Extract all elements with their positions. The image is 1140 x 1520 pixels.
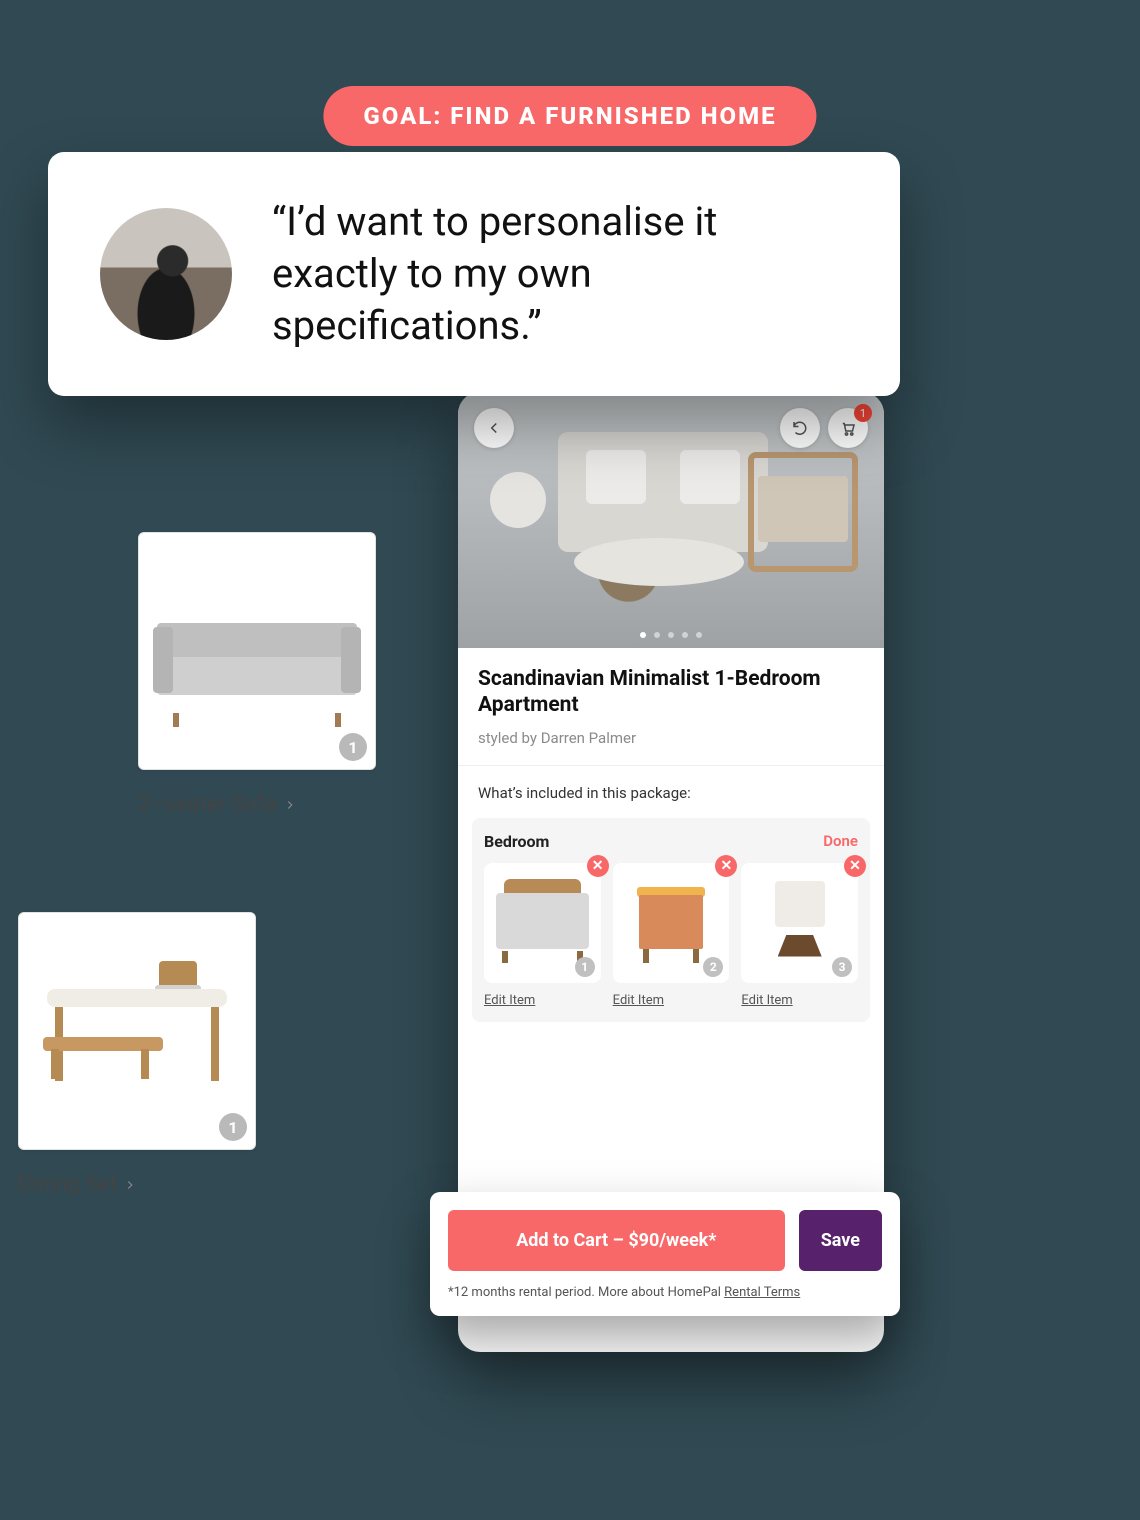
remove-button[interactable]: ✕ — [715, 855, 737, 877]
cart-count-badge: 1 — [854, 404, 872, 422]
count-badge: 1 — [339, 733, 367, 761]
carousel-dots[interactable] — [640, 632, 702, 638]
remove-button[interactable]: ✕ — [844, 855, 866, 877]
room-block-bedroom: Bedroom Done ✕ 1 Edit Item ✕ 2 Edit Item — [472, 818, 870, 1022]
chevron-right-icon — [283, 798, 297, 812]
add-to-cart-button[interactable]: Add to Cart – $90/week* — [448, 1210, 785, 1271]
item-card-bed: ✕ 1 Edit Item — [484, 863, 601, 1008]
product-image-dining: 1 — [18, 912, 256, 1150]
cart-button[interactable]: 1 — [828, 408, 868, 448]
back-button[interactable] — [474, 408, 514, 448]
product-image-sofa: 1 — [138, 532, 376, 770]
product-tile-dining[interactable]: 1 Dining Set — [18, 912, 256, 1197]
item-card-nightstand: ✕ 2 Edit Item — [613, 863, 730, 1008]
product-label: 2–seater Sofa — [138, 792, 277, 817]
done-button[interactable]: Done — [823, 832, 858, 850]
terms-text: *12 months rental period. More about Hom… — [448, 1285, 724, 1300]
product-label-row[interactable]: 2–seater Sofa — [138, 792, 297, 817]
item-image-bed[interactable]: ✕ 1 — [484, 863, 601, 983]
count-badge: 1 — [219, 1113, 247, 1141]
rental-terms-note: *12 months rental period. More about Hom… — [448, 1285, 882, 1300]
order-badge: 2 — [703, 957, 723, 977]
rental-terms-link[interactable]: Rental Terms — [724, 1285, 800, 1300]
undo-icon — [791, 419, 809, 437]
edit-item-link[interactable]: Edit Item — [741, 993, 858, 1008]
item-image-nightstand[interactable]: ✕ 2 — [613, 863, 730, 983]
order-badge: 1 — [575, 957, 595, 977]
save-button[interactable]: Save — [799, 1210, 882, 1271]
product-tile-sofa[interactable]: 1 2–seater Sofa — [138, 532, 376, 817]
undo-button[interactable] — [780, 408, 820, 448]
hero-image[interactable]: 1 — [458, 392, 884, 648]
goal-banner: GOAL: FIND A FURNISHED HOME — [323, 86, 816, 146]
listing-title: Scandinavian Minimalist 1-Bedroom Apartm… — [478, 666, 864, 719]
avatar — [100, 208, 232, 340]
remove-button[interactable]: ✕ — [587, 855, 609, 877]
quote-card: “I’d want to personalise it exactly to m… — [48, 152, 900, 396]
item-image-lamp[interactable]: ✕ 3 — [741, 863, 858, 983]
edit-item-link[interactable]: Edit Item — [484, 993, 601, 1008]
order-badge: 3 — [832, 957, 852, 977]
edit-item-link[interactable]: Edit Item — [613, 993, 730, 1008]
item-card-lamp: ✕ 3 Edit Item — [741, 863, 858, 1008]
package-heading: What’s included in this package: — [458, 766, 884, 810]
chevron-right-icon — [123, 1178, 137, 1192]
cart-icon — [839, 419, 857, 437]
room-name: Bedroom — [484, 832, 549, 851]
listing-subtitle: styled by Darren Palmer — [478, 729, 864, 747]
quote-text: “I’d want to personalise it exactly to m… — [272, 196, 848, 352]
checkout-bar: Add to Cart – $90/week* Save *12 months … — [430, 1192, 900, 1316]
product-label: Dining Set — [18, 1172, 117, 1197]
product-label-row[interactable]: Dining Set — [18, 1172, 137, 1197]
chevron-left-icon — [485, 419, 503, 437]
